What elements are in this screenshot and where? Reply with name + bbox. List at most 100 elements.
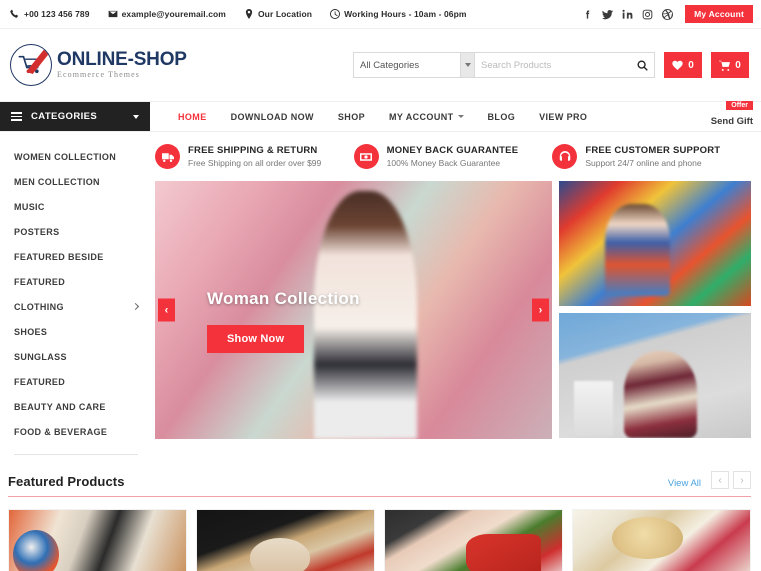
sidebar-item-label: MEN COLLECTION xyxy=(14,176,100,187)
wishlist-button[interactable]: 0 xyxy=(664,52,702,78)
hamburger-icon xyxy=(11,112,22,121)
sidebar-item-label: BEAUTY AND CARE xyxy=(14,401,106,412)
featured-products-nav: ‹ › xyxy=(711,471,751,489)
location-info: Our Location xyxy=(244,9,312,19)
featured-next-button[interactable]: › xyxy=(733,471,751,489)
categories-toggle-button[interactable]: CATEGORIES xyxy=(0,102,150,131)
nav-item-home[interactable]: HOME xyxy=(166,112,219,122)
location-text: Our Location xyxy=(257,9,313,19)
dribbble-icon[interactable] xyxy=(662,8,674,20)
feature-subtitle: 100% Money Back Guarantee xyxy=(386,158,501,168)
featured-prev-button[interactable]: ‹ xyxy=(711,471,729,489)
send-gift-link[interactable]: Send Gift xyxy=(711,116,753,127)
hero-show-now-button[interactable]: Show Now xyxy=(207,325,305,353)
feature-money-back: MONEY BACK GUARANTEE 100% Money Back Gua… xyxy=(353,144,553,169)
nav-item-view-pro[interactable]: VIEW PRO xyxy=(527,112,599,122)
body-area: WOMEN COLLECTION MEN COLLECTION MUSIC PO… xyxy=(0,132,761,455)
nav-item-download-now[interactable]: DOWNLOAD NOW xyxy=(219,112,326,122)
feature-title: FREE CUSTOMER SUPPORT xyxy=(585,145,721,156)
hero-prev-arrow[interactable]: ‹ xyxy=(158,298,175,322)
chevron-down-icon xyxy=(133,114,139,119)
featured-products-title: Featured Products xyxy=(8,474,125,489)
search-input[interactable] xyxy=(481,59,637,71)
sidebar-item-shoes[interactable]: SHOES xyxy=(0,319,150,344)
hero-next-arrow[interactable]: › xyxy=(532,298,549,322)
instagram-icon[interactable] xyxy=(642,9,653,20)
nav-item-my-account[interactable]: MY ACCOUNT xyxy=(377,112,476,122)
sidebar-item-label: FOOD & BEVERAGE xyxy=(14,426,108,437)
sidebar-item-label: SHOES xyxy=(14,326,48,337)
features-bar: FREE SHIPPING & RETURN Free Shipping on … xyxy=(155,142,751,181)
phone-icon xyxy=(10,9,20,19)
category-select-value: All Categories xyxy=(360,59,420,71)
cookies-daisies-product[interactable] xyxy=(572,509,751,571)
sidebar-item-posters[interactable]: POSTERS xyxy=(0,219,150,244)
heart-icon xyxy=(672,60,683,70)
sidebar-item-featured-2[interactable]: FEATURED xyxy=(0,369,150,394)
hero-slider: Woman Collection Show Now ‹ › xyxy=(155,181,552,439)
sidebar-item-music[interactable]: MUSIC xyxy=(0,194,150,219)
category-sidebar: WOMEN COLLECTION MEN COLLECTION MUSIC PO… xyxy=(0,132,150,455)
search-box xyxy=(475,52,655,78)
clock-icon xyxy=(330,9,341,19)
categories-button-label: CATEGORIES xyxy=(31,111,98,122)
sidebar-item-food-and-beverage[interactable]: FOOD & BEVERAGE xyxy=(0,419,150,444)
category-select[interactable]: All Categories xyxy=(353,52,475,78)
logo-name: ONLINE-SHOP xyxy=(57,49,187,71)
sidebar-divider xyxy=(14,454,138,455)
nav-item-blog[interactable]: BLOG xyxy=(476,112,528,122)
page-root: +00 123 456 789 example@youremail.com Ou… xyxy=(0,0,761,571)
logo-tagline: Ecommerce Themes xyxy=(57,70,140,80)
feature-free-shipping: FREE SHIPPING & RETURN Free Shipping on … xyxy=(155,144,354,169)
truck-icon xyxy=(155,144,180,169)
nav-right-area: Offer Send Gift xyxy=(711,101,753,131)
facebook-icon[interactable] xyxy=(582,9,593,20)
featured-products-list xyxy=(0,497,761,571)
cart-button[interactable]: 0 xyxy=(711,52,749,78)
hero-title: Woman Collection xyxy=(207,289,360,308)
sidebar-item-beauty-and-care[interactable]: BEAUTY AND CARE xyxy=(0,394,150,419)
kid-toy-store-banner[interactable] xyxy=(559,181,751,306)
phone-text: +00 123 456 789 xyxy=(24,9,90,19)
search-area: All Categories xyxy=(353,52,655,78)
shopping-cart-logo-icon xyxy=(10,44,52,86)
sidebar-item-featured[interactable]: FEATURED xyxy=(0,269,150,294)
map-pin-icon xyxy=(244,9,254,19)
linkedin-icon[interactable] xyxy=(622,9,633,20)
woman-shopping-banner[interactable] xyxy=(559,313,751,438)
site-logo[interactable]: ONLINE-SHOP Ecommerce Themes xyxy=(10,44,187,86)
hours-text: Working Hours - 10am - 06pm xyxy=(344,9,467,19)
my-account-button[interactable]: My Account xyxy=(685,5,753,23)
hero-side-banners xyxy=(559,181,751,439)
sidebar-item-men-collection[interactable]: MEN COLLECTION xyxy=(0,169,150,194)
sidebar-item-label: WOMEN COLLECTION xyxy=(14,151,117,162)
sidebar-item-label: POSTERS xyxy=(14,226,60,237)
nav-item-my-account-label: MY ACCOUNT xyxy=(389,111,454,122)
search-button[interactable] xyxy=(637,59,648,71)
feature-subtitle: Free Shipping on all order over $99 xyxy=(188,158,322,168)
social-links xyxy=(582,8,674,20)
ginger-berries-product[interactable] xyxy=(196,509,375,571)
sidebar-item-label: SUNGLASS xyxy=(14,351,67,362)
feature-title: FREE SHIPPING & RETURN xyxy=(188,145,318,156)
sidebar-item-sunglass[interactable]: SUNGLASS xyxy=(0,344,150,369)
sidebar-item-clothing[interactable]: CLOTHING xyxy=(0,294,150,319)
sidebar-item-featured-beside[interactable]: FEATURED BESIDE xyxy=(0,244,150,269)
sidebar-item-women-collection[interactable]: WOMEN COLLECTION xyxy=(0,144,150,169)
headset-icon xyxy=(552,144,578,169)
email-info: example@youremail.com xyxy=(108,9,226,19)
featured-products-header: Featured Products View All ‹ › xyxy=(8,471,751,497)
sidebar-item-label: FEATURED xyxy=(14,276,66,287)
nav-item-shop[interactable]: SHOP xyxy=(326,112,377,122)
basketball-sneakers-product[interactable] xyxy=(8,509,187,571)
cart-count: 0 xyxy=(735,59,741,71)
hours-info: Working Hours - 10am - 06pm xyxy=(330,9,467,19)
red-sneaker-grass-product[interactable] xyxy=(384,509,563,571)
sidebar-item-label: FEATURED xyxy=(14,376,66,387)
envelope-icon xyxy=(108,9,118,19)
hero-caption: Woman Collection Show Now xyxy=(207,289,360,353)
site-header: ONLINE-SHOP Ecommerce Themes All Categor… xyxy=(0,29,761,101)
view-all-link[interactable]: View All xyxy=(668,478,701,489)
twitter-icon[interactable] xyxy=(602,9,614,20)
hero-section: Woman Collection Show Now ‹ › xyxy=(155,181,751,439)
